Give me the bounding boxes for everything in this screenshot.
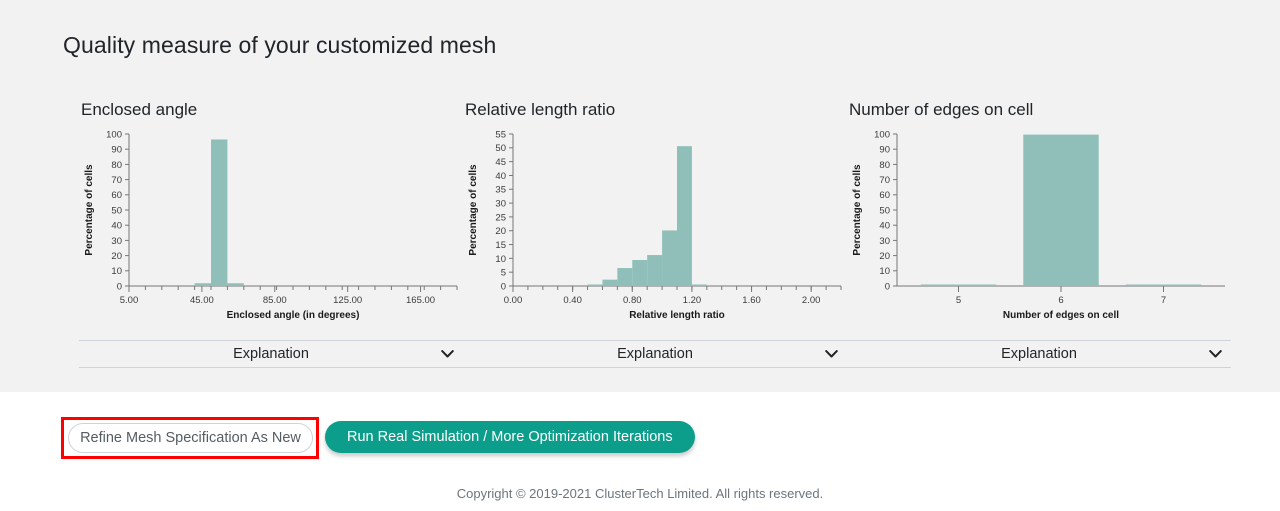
svg-text:100: 100 <box>874 129 890 140</box>
svg-text:45.00: 45.00 <box>190 295 214 306</box>
svg-text:7: 7 <box>1161 295 1166 306</box>
svg-text:10: 10 <box>495 254 506 265</box>
svg-text:35: 35 <box>495 185 506 196</box>
refine-mesh-specification-button[interactable]: Refine Mesh Specification As New <box>68 423 313 453</box>
svg-text:40: 40 <box>111 221 122 232</box>
svg-text:45: 45 <box>495 157 506 168</box>
chart-card-relative-length-ratio: Relative length ratio 0 5 10 15 20 25 30 35 40 45… <box>463 100 847 368</box>
explanation-select-enclosed-angle[interactable]: Explanation <box>79 340 463 368</box>
explanation-select-wrap-0: Explanation <box>79 340 463 368</box>
svg-text:80: 80 <box>879 160 890 171</box>
chart-heading: Relative length ratio <box>465 100 616 119</box>
svg-text:55: 55 <box>495 129 506 140</box>
svg-text:30: 30 <box>111 236 122 247</box>
explanation-select-wrap-2: Explanation <box>847 340 1231 368</box>
svg-text:6: 6 <box>1058 295 1063 306</box>
svg-text:10: 10 <box>111 266 122 277</box>
svg-text:0: 0 <box>501 281 506 292</box>
svg-text:60: 60 <box>111 190 122 201</box>
histogram-svg: 0 10 20 30 40 50 60 70 80 90 100 Percentage of cell… <box>852 129 1225 321</box>
svg-text:50: 50 <box>111 205 122 216</box>
svg-text:2.00: 2.00 <box>802 295 821 306</box>
chart-heading: Number of edges on cell <box>849 100 1034 119</box>
svg-text:125.00: 125.00 <box>333 295 362 306</box>
svg-text:60: 60 <box>879 190 890 201</box>
svg-text:90: 90 <box>111 145 122 156</box>
svg-text:1.60: 1.60 <box>742 295 761 306</box>
footer-copyright: Copyright © 2019-2021 ClusterTech Limite… <box>456 486 824 501</box>
svg-text:Relative length ratio: Relative length ratio <box>629 310 725 321</box>
svg-text:40: 40 <box>495 171 506 182</box>
svg-text:20: 20 <box>879 251 890 262</box>
chart-heading: Enclosed angle <box>81 100 198 119</box>
svg-text:85.00: 85.00 <box>263 295 287 306</box>
explanation-select-relative-length-ratio[interactable]: Explanation <box>463 340 847 368</box>
explanation-select-number-of-edges[interactable]: Explanation <box>847 340 1231 368</box>
svg-text:20: 20 <box>111 251 122 262</box>
svg-text:Percentage of cells: Percentage of cells <box>852 164 863 256</box>
page-title: Quality measure of your customized mesh <box>63 32 497 58</box>
svg-text:70: 70 <box>111 175 122 186</box>
svg-text:5: 5 <box>956 295 961 306</box>
svg-text:5.00: 5.00 <box>120 295 139 306</box>
svg-text:80: 80 <box>111 160 122 171</box>
svg-text:Enclosed angle (in degrees): Enclosed angle (in degrees) <box>227 310 360 321</box>
svg-text:0.00: 0.00 <box>504 295 523 306</box>
svg-text:Percentage of cells: Percentage of cells <box>84 164 95 256</box>
quality-measure-panel: Quality measure of your customized mesh … <box>0 0 1280 392</box>
histogram-relative-length-ratio: 0 5 10 15 20 25 30 35 40 45 50 55 Percentage of cell… <box>463 126 847 326</box>
histogram-enclosed-angle: 0 10 20 30 40 50 60 70 80 90 100 Percentage of cell… <box>79 126 463 326</box>
svg-text:Percentage of cells: Percentage of cells <box>468 164 479 256</box>
svg-text:50: 50 <box>495 143 506 154</box>
explanation-select-wrap-1: Explanation <box>463 340 847 368</box>
svg-text:15: 15 <box>495 240 506 251</box>
histogram-svg: 0 10 20 30 40 50 60 70 80 90 100 Percentage of cell… <box>84 129 458 321</box>
svg-text:Number of edges on cell: Number of edges on cell <box>1003 310 1119 321</box>
svg-text:5: 5 <box>501 268 506 279</box>
svg-text:0.80: 0.80 <box>623 295 642 306</box>
svg-text:1.20: 1.20 <box>683 295 702 306</box>
svg-text:0: 0 <box>885 281 890 292</box>
svg-text:0: 0 <box>117 281 122 292</box>
svg-text:20: 20 <box>495 226 506 237</box>
svg-text:30: 30 <box>879 236 890 247</box>
svg-text:40: 40 <box>879 221 890 232</box>
run-real-simulation-button[interactable]: Run Real Simulation / More Optimization … <box>325 421 695 453</box>
svg-text:70: 70 <box>879 175 890 186</box>
svg-text:25: 25 <box>495 212 506 223</box>
svg-text:10: 10 <box>879 266 890 277</box>
svg-text:90: 90 <box>879 145 890 156</box>
svg-text:0.40: 0.40 <box>563 295 582 306</box>
svg-text:100: 100 <box>106 129 122 140</box>
svg-text:50: 50 <box>879 205 890 216</box>
histogram-number-of-edges: 0 10 20 30 40 50 60 70 80 90 100 Percentage of cell… <box>847 126 1231 326</box>
chart-card-number-of-edges: Number of edges on cell 0 10 20 30 40 50 60 70 8… <box>847 100 1231 368</box>
svg-text:30: 30 <box>495 198 506 209</box>
svg-text:165.00: 165.00 <box>406 295 435 306</box>
chart-card-enclosed-angle: Enclosed angle 0 10 20 30 40 50 60 70 80 90 100 Per… <box>79 100 463 368</box>
histogram-svg: 0 5 10 15 20 25 30 35 40 45 50 55 Percentage of cell… <box>468 129 842 321</box>
